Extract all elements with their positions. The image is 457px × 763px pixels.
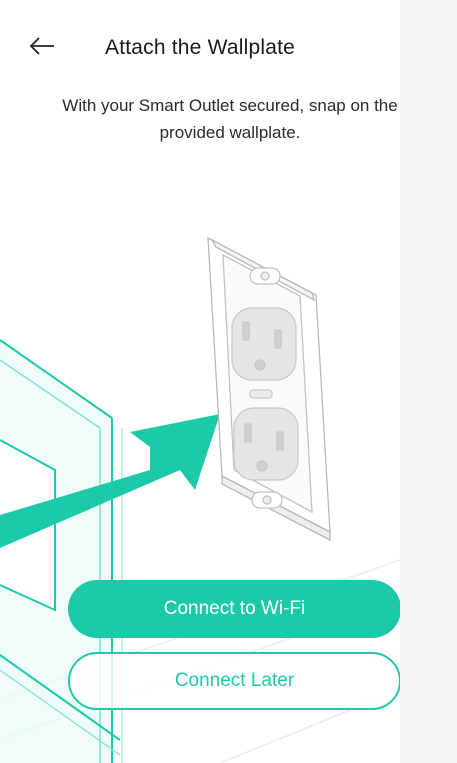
page-title: Attach the Wallplate [105,36,295,59]
side-panel [400,0,457,763]
instruction-text: With your Smart Outlet secured, snap on … [62,96,398,142]
connect-later-button[interactable]: Connect Later [68,652,400,710]
connect-wifi-button[interactable]: Connect to Wi-Fi [68,580,400,638]
header: Attach the Wallplate [0,0,400,90]
back-button[interactable] [22,28,62,64]
back-arrow-icon [29,37,54,55]
app-screen: Attach the Wallplate With your Smart Out… [0,0,400,763]
